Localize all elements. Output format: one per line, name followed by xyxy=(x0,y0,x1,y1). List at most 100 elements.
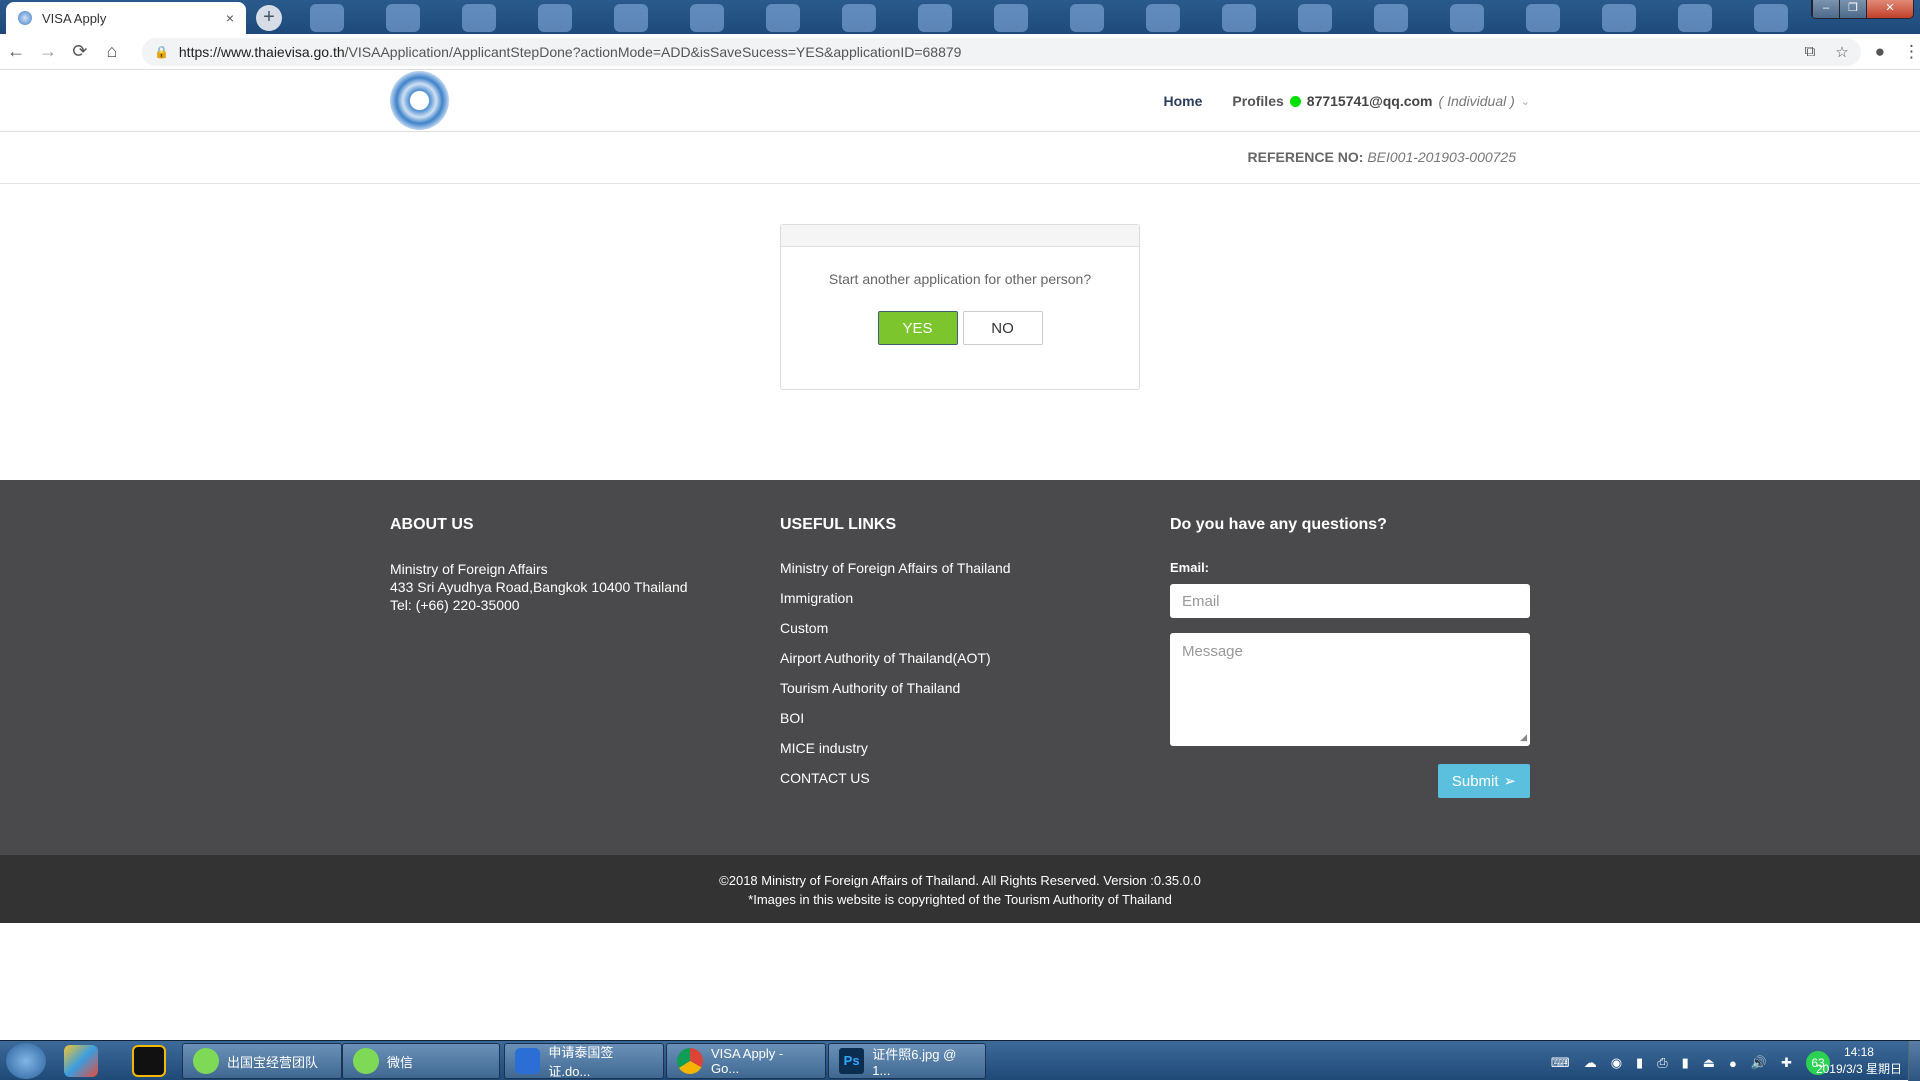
main-nav: Home Profiles 87715741@qq.com ( Individu… xyxy=(1164,70,1530,132)
about-line: 433 Sri Ayudhya Road,Bangkok 10400 Thail… xyxy=(390,579,688,595)
close-window-button[interactable]: ✕ xyxy=(1866,0,1913,18)
confirm-dialog: Start another application for other pers… xyxy=(780,224,1140,390)
taskbar-button-label: VISA Apply - Go... xyxy=(710,1046,784,1076)
reference-label: REFERENCE NO: xyxy=(1247,149,1364,165)
signal-icon[interactable]: ▮ xyxy=(1636,1055,1643,1071)
online-status-icon xyxy=(1289,95,1301,107)
url-host: https://www.thaievisa.go.th xyxy=(178,43,345,60)
address-bar[interactable]: 🔒 https://www.thaievisa.go.th /VISAAppli… xyxy=(141,37,1861,66)
chrome-icon xyxy=(677,1048,703,1074)
reload-icon[interactable]: ⟳ xyxy=(64,41,96,62)
ministry-seal-logo[interactable] xyxy=(390,71,449,130)
wechat-icon xyxy=(353,1048,379,1074)
site-favicon-icon xyxy=(18,11,32,25)
footer-link[interactable]: CONTACT US xyxy=(780,770,1011,788)
pinned-app-icon[interactable] xyxy=(132,1045,166,1077)
security-icon[interactable]: ✚ xyxy=(1781,1055,1792,1071)
footer-link[interactable]: MICE industry xyxy=(780,740,1011,758)
menu-kebab-icon[interactable]: ⋮ xyxy=(1903,42,1920,62)
profile-icon[interactable]: ● xyxy=(1875,42,1885,62)
taskbar-button[interactable]: 微信 xyxy=(342,1043,500,1079)
footer-link[interactable]: Immigration xyxy=(780,590,1011,608)
reference-bar: REFERENCE NO: BEI001-201903-000725 xyxy=(0,132,1920,184)
cloud-icon[interactable]: ☁ xyxy=(1584,1055,1597,1071)
profiles-menu[interactable]: Profiles 87715741@qq.com ( Individual ) … xyxy=(1232,93,1530,109)
email-label: Email: xyxy=(1170,560,1210,575)
start-button[interactable] xyxy=(6,1043,46,1079)
submit-label: Submit xyxy=(1451,772,1499,790)
about-line: Tel: (+66) 220-35000 xyxy=(390,597,520,613)
site-footer: ABOUT US Ministry of Foreign Affairs 433… xyxy=(0,480,1920,855)
user-role: ( Individual ) xyxy=(1438,93,1515,109)
pinned-app-icon[interactable] xyxy=(64,1045,98,1077)
contact-heading: Do you have any questions? xyxy=(1170,516,1387,533)
app-tray-icon[interactable]: ◉ xyxy=(1611,1055,1622,1071)
about-us-heading: ABOUT US xyxy=(390,516,474,533)
chevron-down-icon: ⌄ xyxy=(1520,95,1530,108)
yes-button[interactable]: YES xyxy=(877,311,958,345)
taskbar-button-label: 证件照6.jpg @ 1... xyxy=(872,1047,957,1078)
footer-link[interactable]: Airport Authority of Thailand(AOT) xyxy=(780,650,1011,668)
taskbar-button[interactable]: 申请泰国签证.do... xyxy=(504,1043,664,1079)
keyboard-icon[interactable]: ⌨ xyxy=(1551,1055,1570,1071)
useful-links-section: USEFUL LINKS Ministry of Foreign Affairs… xyxy=(780,516,1011,800)
taskbar-button-active[interactable]: VISA Apply - Go... xyxy=(666,1043,826,1079)
url-path: /VISAApplication/ApplicantStepDone?actio… xyxy=(344,43,962,60)
images-note: *Images in this website is copyrighted o… xyxy=(748,892,1172,907)
system-clock[interactable]: 14:18 2019/3/3 星期日 xyxy=(1816,1044,1902,1078)
back-icon[interactable]: ← xyxy=(0,41,32,62)
clock-date: 2019/3/3 星期日 xyxy=(1815,1062,1902,1076)
tab-close-icon[interactable]: × xyxy=(226,10,234,26)
photoshop-icon: Ps xyxy=(839,1048,865,1074)
contact-form: Do you have any questions? Email: Email … xyxy=(1170,516,1530,798)
usb-icon[interactable]: ⏏ xyxy=(1703,1055,1715,1071)
browser-tab-strip: VISA Apply × + – ❐ ✕ xyxy=(0,0,1920,34)
volume-icon[interactable]: 🔊 xyxy=(1751,1055,1767,1071)
footer-link[interactable]: Ministry of Foreign Affairs of Thailand xyxy=(780,560,1011,578)
nav-home-link[interactable]: Home xyxy=(1164,93,1203,109)
user-email: 87715741@qq.com xyxy=(1306,93,1433,109)
forward-icon[interactable]: → xyxy=(32,41,64,62)
resize-grip-icon[interactable]: ◢ xyxy=(1520,732,1527,743)
footer-link[interactable]: BOI xyxy=(780,710,1011,728)
lock-icon: 🔒 xyxy=(153,44,169,59)
message-textarea[interactable]: Message ◢ xyxy=(1170,633,1530,746)
taskbar-button-label: 申请泰国签证.do... xyxy=(548,1045,614,1079)
windows-taskbar: 出国宝经营团队 微信 申请泰国签证.do... VISA Apply - Go.… xyxy=(0,1040,1920,1081)
taskbar-button[interactable]: 出国宝经营团队 xyxy=(182,1043,342,1079)
desktop-background xyxy=(310,4,1800,32)
bookmark-star-icon[interactable]: ☆ xyxy=(1835,43,1848,61)
email-input[interactable]: Email xyxy=(1170,584,1530,618)
taskbar-button[interactable]: Ps 证件照6.jpg @ 1... xyxy=(828,1043,986,1079)
reference-number: REFERENCE NO: BEI001-201903-000725 xyxy=(1248,149,1516,165)
useful-links-heading: USEFUL LINKS xyxy=(780,516,897,533)
copyright-bar: ©2018 Ministry of Foreign Affairs of Tha… xyxy=(0,855,1920,923)
clock-time: 14:18 xyxy=(1843,1045,1874,1059)
taskbar-button-label: 出国宝经营团队 xyxy=(227,1054,319,1070)
profiles-label: Profiles xyxy=(1232,93,1284,109)
wechat-tray-icon[interactable]: ● xyxy=(1729,1056,1737,1071)
system-tray: ⌨ ☁ ◉ ▮ ⎙ ▮ ⏏ ● 🔊 ✚ 63 xyxy=(1551,1051,1830,1075)
browser-tab[interactable]: VISA Apply × xyxy=(6,2,246,34)
browser-toolbar: ← → ⟳ ⌂ 🔒 https://www.thaievisa.go.th /V… xyxy=(0,34,1920,70)
network-icon[interactable]: ▮ xyxy=(1682,1055,1689,1071)
about-us-section: ABOUT US Ministry of Foreign Affairs 433… xyxy=(390,516,688,614)
submit-button[interactable]: Submit ➢ xyxy=(1438,764,1530,798)
tab-title: VISA Apply xyxy=(42,10,107,26)
taskbar-button-label: 微信 xyxy=(387,1054,414,1070)
home-icon[interactable]: ⌂ xyxy=(96,41,128,62)
footer-link[interactable]: Custom xyxy=(780,620,1011,638)
footer-link[interactable]: Tourism Authority of Thailand xyxy=(780,680,1011,698)
about-line: Ministry of Foreign Affairs xyxy=(390,561,548,577)
translate-icon[interactable]: ⧉ xyxy=(1805,43,1816,61)
minimize-button[interactable]: – xyxy=(1812,0,1839,18)
new-tab-button[interactable]: + xyxy=(256,5,282,31)
window-controls: – ❐ ✕ xyxy=(1811,0,1914,19)
site-header: Home Profiles 87715741@qq.com ( Individu… xyxy=(0,70,1920,132)
no-button[interactable]: NO xyxy=(962,311,1043,345)
wechat-icon xyxy=(193,1048,219,1074)
message-placeholder: Message xyxy=(1182,643,1243,660)
printer-icon[interactable]: ⎙ xyxy=(1657,1055,1667,1071)
show-desktop-button[interactable] xyxy=(1908,1041,1920,1081)
maximize-button[interactable]: ❐ xyxy=(1839,0,1866,18)
